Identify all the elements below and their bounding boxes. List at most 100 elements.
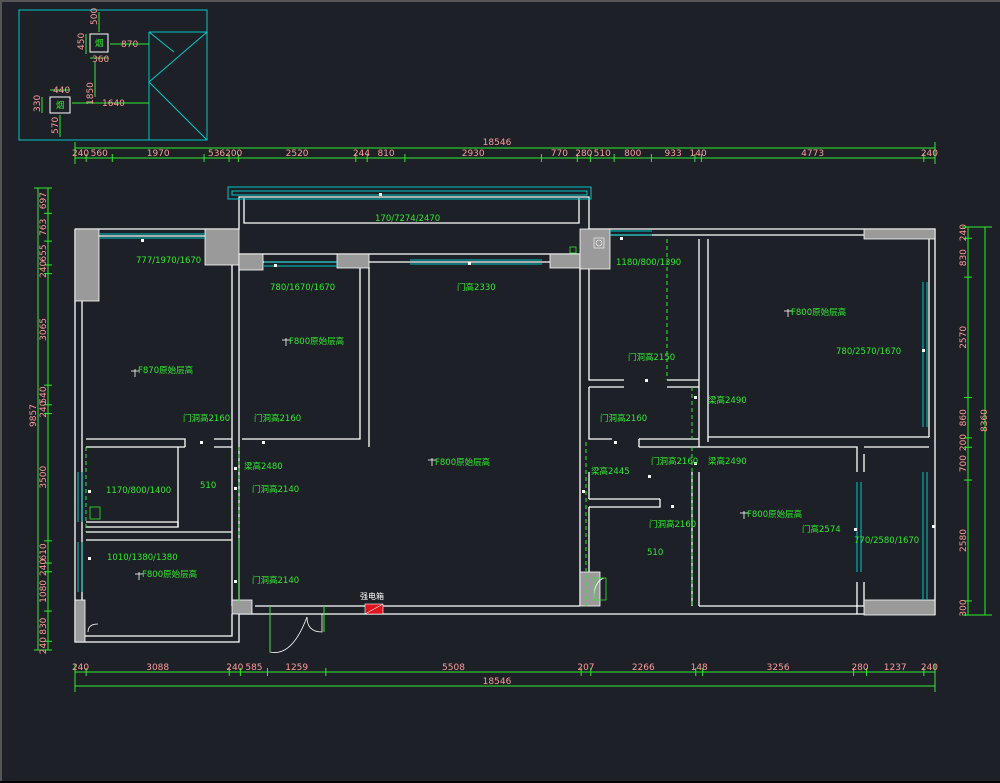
bottom-dim-segment-label: 1237 <box>884 663 907 673</box>
label-box-1: 510 <box>200 481 216 491</box>
inset-dim-2: 870 <box>121 40 138 50</box>
label-beam-4: 梁高2445 <box>591 466 630 477</box>
top-dim-segment-label: 810 <box>377 149 394 159</box>
column-nw <box>74 228 100 302</box>
label-door-7: 门洞高2140 <box>252 575 299 586</box>
right-dim-total: 8360 <box>980 409 990 432</box>
inset-dim-0: 500 <box>90 8 100 25</box>
label-door-1: 门洞高2160 <box>183 413 230 424</box>
top-dim-segment-label: 200 <box>225 149 242 159</box>
label-ceil-left-lower: F800原始层高 <box>142 569 197 580</box>
column-n3 <box>579 228 611 270</box>
label-beam-2: 梁高2480 <box>244 461 283 472</box>
cad-canvas: 500 450 870 360 440 1850 330 1640 570 烟 … <box>0 0 1000 781</box>
top-dim-segment-label: 800 <box>624 149 641 159</box>
bottom-dim-segment-label: 240 <box>921 663 938 673</box>
top-dim-segment-label: 2520 <box>286 149 309 159</box>
label-door-2: 门洞高2160 <box>254 413 301 424</box>
label-win-top: 170/7274/2470 <box>375 214 440 224</box>
label-win-left-low: 1010/1380/1380 <box>107 553 178 563</box>
left-dim-segment-label: 655 <box>39 244 49 261</box>
column-n1 <box>204 228 240 266</box>
label-beam-3: 梁高2490 <box>708 456 747 467</box>
top-dim-segment-label: 140 <box>690 149 707 159</box>
label-win-rb2: 770/2580/1670 <box>854 536 919 546</box>
bottom-dim-segment-label: 240 <box>226 663 243 673</box>
label-door-5: 门洞高2160 <box>651 456 698 467</box>
bottom-dim-segment-label: 240 <box>72 663 89 673</box>
top-dim-segment-label: 2930 <box>462 149 485 159</box>
right-dim-segment-label: 830 <box>959 249 969 266</box>
top-dimension-chain: 18546 240 560 1970 536 200 2520 244 810 2930 770 2… <box>72 138 938 164</box>
right-dim-segment-label: 2570 <box>959 326 969 349</box>
drain-icon-1 <box>89 506 101 520</box>
left-dim-segment-label: 240 <box>39 400 49 417</box>
label-box-2: 510 <box>647 548 663 558</box>
label-win-rb: 780/2570/1670 <box>836 347 901 357</box>
top-dim-segment-label: 560 <box>91 149 108 159</box>
left-dim-segment-label: 240 <box>39 260 49 277</box>
label-win-left-mid: 1170/800/1400 <box>106 486 171 496</box>
room-labels: 170/7274/2470 777/1970/1670 780/1670/167… <box>106 214 919 601</box>
top-dim-segment-label: 244 <box>353 149 370 159</box>
right-dim-segment-label: 240 <box>959 224 969 241</box>
left-dim-segment-label: 610 <box>39 543 49 560</box>
label-elec-box: 强电箱 <box>360 591 384 601</box>
left-dim-segment-label: 3500 <box>39 465 49 488</box>
column-s1 <box>231 599 253 615</box>
label-ceil-br1: F870原始层高 <box>138 365 193 376</box>
inset-dim-5: 1850 <box>86 82 96 105</box>
inset-roof-shape <box>148 31 208 141</box>
door-beam-lines <box>85 239 693 653</box>
left-dim-segment-label: 763 <box>39 219 49 236</box>
top-dim-segment-label: 240 <box>72 149 89 159</box>
column-n2 <box>549 253 581 269</box>
bottom-dim-segment-label: 1259 <box>285 663 308 673</box>
left-dim-segment-label: 3065 <box>39 318 49 341</box>
right-dim-segment-label: 2580 <box>959 529 969 552</box>
column-ne <box>863 228 936 240</box>
right-dim-segment-label: 700 <box>959 455 969 472</box>
label-ceil-living: F800原始层高 <box>435 457 490 468</box>
left-dim-total: 9857 <box>29 404 39 427</box>
label-door-k: 门洞高2150 <box>628 352 675 363</box>
bottom-dim-segment-label: 207 <box>577 663 594 673</box>
top-dim-segment-label: 933 <box>665 149 682 159</box>
top-dim-segment-label: 4773 <box>801 149 824 159</box>
column-sw <box>74 599 86 643</box>
inset-flue-label-1: 烟 <box>95 39 104 49</box>
inset-dim-3: 360 <box>92 55 109 65</box>
bottom-dim-segment-label: 5508 <box>442 663 465 673</box>
top-dim-segment-label: 280 <box>575 149 592 159</box>
right-dim-segment-label: 860 <box>959 409 969 426</box>
top-dim-segment-label: 240 <box>921 149 938 159</box>
inset-detail: 500 450 870 360 440 1850 330 1640 570 烟 … <box>18 8 208 141</box>
column-n4 <box>238 253 264 271</box>
bottom-dim-segment-label: 3256 <box>767 663 790 673</box>
label-door-4: 门洞高2140 <box>252 484 299 495</box>
label-win-br2: 780/1670/1670 <box>270 283 335 293</box>
inset-dim-8: 570 <box>51 117 61 134</box>
inset-dim-1: 450 <box>77 33 87 50</box>
inset-dim-6: 330 <box>33 95 43 112</box>
label-win-br1: 777/1970/1670 <box>136 256 201 266</box>
left-dim-segment-label: 830 <box>39 617 49 634</box>
left-dimension-chain: 9857 69776365524030655402403500610240108… <box>29 187 52 654</box>
bottom-dim-segment-label: 280 <box>851 663 868 673</box>
right-dimension-chain: 8360 240 830 2570 860 200 700 2580 300 <box>959 224 992 617</box>
inset-dim-4: 440 <box>53 86 70 96</box>
bottom-dim-segment-label: 2266 <box>632 663 655 673</box>
top-dim-segment-label: 536 <box>208 149 225 159</box>
column-se <box>863 599 936 616</box>
columns <box>74 228 936 643</box>
bottom-dim-segment-label: 3088 <box>146 663 169 673</box>
label-door-6: 门洞高2160 <box>649 519 696 530</box>
top-dim-segment-label: 770 <box>551 149 568 159</box>
left-dim-segment-label: 240 <box>39 637 49 654</box>
label-ceil-rb2: F800原始层高 <box>747 509 802 520</box>
top-dim-segment-label: 510 <box>594 149 611 159</box>
column-s2 <box>579 571 601 607</box>
bottom-dim-total: 18546 <box>483 677 512 687</box>
label-beam-1: 梁高2490 <box>708 395 747 406</box>
bottom-dimension-chain: 18546 240 3088 240 585 1259 5508 207 2266 148 325… <box>72 663 938 692</box>
